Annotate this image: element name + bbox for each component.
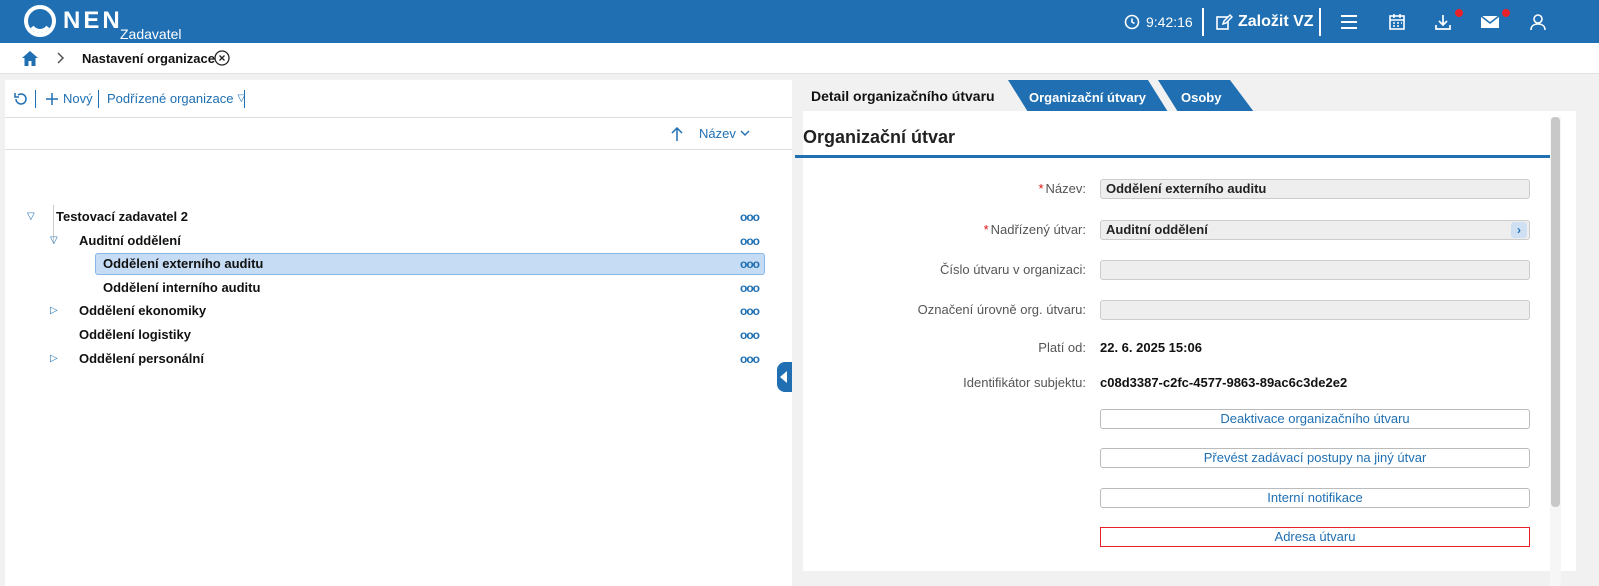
org-tree-panel: Nový Podřízené organizace ▽ Název ▽ Testo… xyxy=(5,80,792,586)
breadcrumb: Nastavení organizace xyxy=(0,43,1599,74)
tab-org-units[interactable]: Organizační útvary xyxy=(1029,90,1146,105)
name-field[interactable]: Oddělení externího auditu xyxy=(1100,179,1530,199)
chevron-right-icon[interactable]: › xyxy=(1511,222,1527,238)
chevron-down-icon xyxy=(740,130,750,136)
collapsed-icon[interactable]: ▷ xyxy=(50,305,58,316)
unit-level-field[interactable] xyxy=(1100,300,1530,320)
field-label-text: Název: xyxy=(1045,181,1086,196)
triangle-left-icon xyxy=(780,371,787,383)
close-icon[interactable] xyxy=(214,50,230,66)
new-button[interactable]: Nový xyxy=(45,91,93,106)
top-bar: NEN Zadavatel 9:42:16 Založit VZ xyxy=(0,0,1599,43)
field-label: Číslo útvaru v organizaci: xyxy=(940,262,1086,277)
sort-field-dropdown[interactable]: Název xyxy=(699,126,750,141)
home-icon[interactable] xyxy=(21,50,39,67)
create-vz-button[interactable]: Založit VZ xyxy=(1238,0,1314,43)
subject-id-value: c08d3387-c2fc-4577-9863-89ac6c3de2e2 xyxy=(1100,375,1348,390)
required-marker: * xyxy=(1038,181,1044,196)
calendar-icon[interactable] xyxy=(1386,0,1408,43)
tree-node-label[interactable]: Oddělení logistiky xyxy=(79,323,191,347)
divider xyxy=(35,90,36,108)
field-label: Označení úrovně org. útvaru: xyxy=(918,302,1086,317)
section-title: Organizační útvar xyxy=(803,127,956,147)
valid-from-value: 22. 6. 2025 15:06 xyxy=(1100,340,1202,355)
internal-notifications-button[interactable]: Interní notifikace xyxy=(1100,488,1530,508)
field-value: Auditní oddělení xyxy=(1106,222,1208,237)
more-options-button[interactable]: ooo xyxy=(740,352,760,366)
divider xyxy=(244,90,245,108)
section-underline xyxy=(795,155,1553,158)
parent-unit-field[interactable]: Auditní oddělení › xyxy=(1100,220,1530,240)
refresh-icon[interactable] xyxy=(13,91,29,107)
deactivate-unit-button[interactable]: Deaktivace organizačního útvaru xyxy=(1100,409,1530,429)
logo-subtitle: Zadavatel xyxy=(120,26,182,42)
expanded-icon[interactable]: ▽ xyxy=(50,235,58,246)
required-marker: * xyxy=(983,222,989,237)
arrow-up-icon[interactable] xyxy=(670,126,684,142)
clock-icon xyxy=(1122,0,1142,43)
transfer-procedures-button[interactable]: Převést zadávací postupy na jiný útvar xyxy=(1100,448,1530,468)
edit-icon[interactable] xyxy=(1212,0,1236,43)
tree-node-label[interactable]: Auditní oddělení xyxy=(79,229,181,253)
chevron-right-icon xyxy=(57,52,65,64)
field-label: Identifikátor subjektu: xyxy=(963,375,1086,390)
nen-logo[interactable] xyxy=(24,5,56,37)
tree-node-label[interactable]: Oddělení personální xyxy=(79,347,204,371)
tab-persons[interactable]: Osoby xyxy=(1181,90,1221,105)
field-label-text: Označení úrovně org. útvaru: xyxy=(917,302,1086,317)
collapse-panel-button[interactable] xyxy=(777,362,792,392)
tree-node-label[interactable]: Oddělení externího auditu xyxy=(103,252,263,276)
tree-node-label[interactable]: Oddělení ekonomiky xyxy=(79,299,206,323)
more-options-button[interactable]: ooo xyxy=(740,234,760,248)
tree-node-label[interactable]: Oddělení interního auditu xyxy=(103,276,260,300)
divider xyxy=(1202,8,1204,36)
unit-number-field[interactable] xyxy=(1100,260,1530,280)
unit-address-button[interactable]: Adresa útvaru xyxy=(1100,527,1530,547)
more-options-button[interactable]: ooo xyxy=(740,257,760,271)
scrollbar-thumb[interactable] xyxy=(1551,117,1560,507)
new-label: Nový xyxy=(63,91,93,106)
user-icon[interactable] xyxy=(1527,0,1549,43)
field-label-text: Nadřízený útvar: xyxy=(990,222,1086,237)
detail-tabs: Detail organizačního útvaru Organizační … xyxy=(803,80,1593,112)
sort-field-label: Název xyxy=(699,126,736,141)
field-label-text: Platí od: xyxy=(1038,340,1086,355)
tab-detail[interactable]: Detail organizačního útvaru xyxy=(803,80,1008,112)
more-options-button[interactable]: ooo xyxy=(740,304,760,318)
field-value: Oddělení externího auditu xyxy=(1106,181,1267,196)
breadcrumb-current: Nastavení organizace xyxy=(82,51,215,66)
more-options-button[interactable]: ooo xyxy=(740,281,760,295)
sub-orgs-label: Podřízené organizace xyxy=(107,91,234,106)
more-options-button[interactable]: ooo xyxy=(740,328,760,342)
divider xyxy=(1319,8,1321,36)
field-label-text: Číslo útvaru v organizaci: xyxy=(940,262,1086,277)
tree-node-label[interactable]: Testovací zadavatel 2 xyxy=(56,205,188,229)
sub-orgs-dropdown[interactable]: Podřízené organizace ▽ xyxy=(107,91,245,106)
notification-dot xyxy=(1455,9,1463,17)
notification-dot xyxy=(1502,9,1510,17)
logo-text: NEN xyxy=(63,7,123,34)
divider xyxy=(98,90,99,108)
field-label: * Nadřízený útvar: xyxy=(984,222,1086,237)
field-label: * Název: xyxy=(1038,181,1086,196)
download-icon[interactable] xyxy=(1432,0,1454,43)
scrollbar[interactable] xyxy=(1550,117,1561,586)
menu-icon[interactable] xyxy=(1338,0,1360,43)
tree-toolbar: Nový Podřízené organizace ▽ xyxy=(5,80,792,118)
session-time: 9:42:16 xyxy=(1146,13,1193,30)
sort-bar: Název xyxy=(5,118,792,150)
plus-icon xyxy=(46,92,58,105)
mail-icon[interactable] xyxy=(1479,0,1501,43)
field-label-text: Identifikátor subjektu: xyxy=(963,375,1086,390)
more-options-button[interactable]: ooo xyxy=(740,210,760,224)
field-label: Platí od: xyxy=(1038,340,1086,355)
detail-form: Organizační útvar * Název: Oddělení extern… xyxy=(795,111,1576,571)
expanded-icon[interactable]: ▽ xyxy=(27,211,35,222)
collapsed-icon[interactable]: ▷ xyxy=(50,353,58,364)
detail-panel: Detail organizačního útvaru Organizační … xyxy=(795,80,1593,586)
